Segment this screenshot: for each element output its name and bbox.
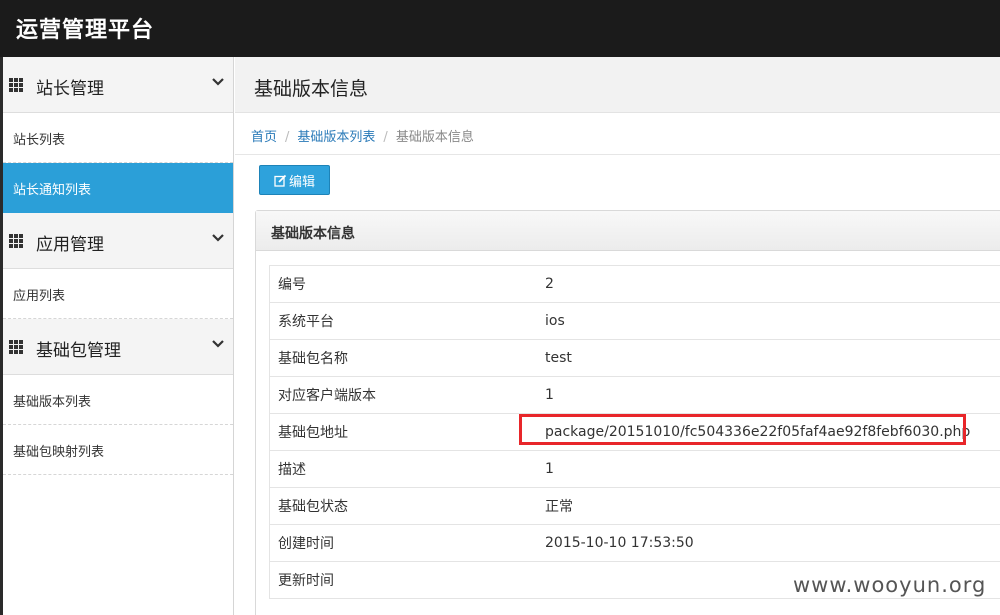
table-row: 基础包地址 package/20151010/fc504336e22f05faf4… (269, 413, 1000, 451)
row-key: 基础包地址 (269, 413, 535, 451)
panel-title: 基础版本信息 (271, 226, 355, 242)
row-value: 1 (535, 450, 1000, 488)
sidebar-item-base-version-list[interactable]: 基础版本列表 (3, 375, 233, 425)
row-value: 1 (535, 376, 1000, 414)
row-key: 描述 (269, 450, 535, 488)
grid-icon (9, 234, 23, 248)
breadcrumb-home-link[interactable]: 首页 (251, 130, 277, 145)
edit-button[interactable]: 编辑 (259, 165, 330, 195)
sidebar-group-label: 应用管理 (36, 235, 104, 255)
sidebar-item-webmaster-list[interactable]: 站长列表 (3, 113, 233, 163)
breadcrumb: 首页 / 基础版本列表 / 基础版本信息 (235, 113, 1000, 155)
sidebar-group-apps[interactable]: 应用管理 (3, 213, 233, 269)
table-row: 创建时间 2015-10-10 17:53:50 (269, 524, 1000, 562)
grid-icon (9, 78, 23, 92)
row-value: 2 (535, 265, 1000, 303)
table-row: 描述 1 (269, 450, 1000, 488)
chevron-down-icon (212, 78, 224, 86)
chevron-down-icon (212, 234, 224, 242)
row-key: 基础包状态 (269, 487, 535, 525)
breadcrumb-separator: / (383, 130, 388, 145)
sidebar-item-webmaster-notice-list[interactable]: 站长通知列表 (3, 163, 233, 213)
app-title[interactable]: 运营管理平台 (16, 12, 154, 44)
page-title: 基础版本信息 (254, 78, 369, 100)
sidebar-group-label: 基础包管理 (36, 341, 121, 361)
chevron-down-icon (212, 340, 224, 348)
breadcrumb-base-version-list-link[interactable]: 基础版本列表 (297, 130, 375, 145)
breadcrumb-current: 基础版本信息 (395, 130, 474, 145)
row-value: 2015-10-10 17:53:50 (535, 524, 1000, 562)
info-table: 编号 2 系统平台 ios 基础包名称 test 对应客户端版本 1 基础包地址 pack… (269, 265, 1000, 599)
row-value: test (535, 339, 1000, 377)
top-navbar: 运营管理平台 (0, 0, 1000, 57)
page-header: 基础版本信息 (235, 57, 1000, 113)
panel-header: 基础版本信息 (256, 211, 1000, 251)
row-key: 更新时间 (269, 561, 535, 599)
table-row: 编号 2 (269, 265, 1000, 303)
row-key: 基础包名称 (269, 339, 535, 377)
row-key: 创建时间 (269, 524, 535, 562)
sidebar-group-label: 站长管理 (36, 79, 104, 99)
row-value: 正常 (535, 487, 1000, 525)
table-row: 系统平台 ios (269, 302, 1000, 340)
edit-button-label: 编辑 (288, 174, 315, 190)
main-content: 基础版本信息 首页 / 基础版本列表 / 基础版本信息 编辑 基础版本信息 编号 2 系统… (235, 57, 1000, 615)
sidebar-item-app-list[interactable]: 应用列表 (3, 269, 233, 319)
row-key: 编号 (269, 265, 535, 303)
grid-icon (9, 340, 23, 354)
row-key: 对应客户端版本 (269, 376, 535, 414)
watermark: www.wooyun.org (793, 573, 987, 597)
sidebar-group-base-package[interactable]: 基础包管理 (3, 319, 233, 375)
row-key: 系统平台 (269, 302, 535, 340)
table-row: 基础包名称 test (269, 339, 1000, 377)
info-panel: 基础版本信息 编号 2 系统平台 ios 基础包名称 test 对应客户端版本 1 基础… (255, 210, 1000, 615)
breadcrumb-separator: / (285, 130, 290, 145)
sidebar-item-base-package-mapping-list[interactable]: 基础包映射列表 (3, 425, 233, 475)
table-row: 对应客户端版本 1 (269, 376, 1000, 414)
sidebar: 站长管理 站长列表 站长通知列表 应用管理 应用列表 基础包管理 基础版本列表 … (0, 57, 234, 615)
edit-icon (274, 174, 287, 187)
table-row: 基础包状态 正常 (269, 487, 1000, 525)
sidebar-group-webmaster[interactable]: 站长管理 (3, 57, 233, 113)
row-value: package/20151010/fc504336e22f05faf4ae92f… (535, 413, 1000, 451)
row-value: ios (535, 302, 1000, 340)
